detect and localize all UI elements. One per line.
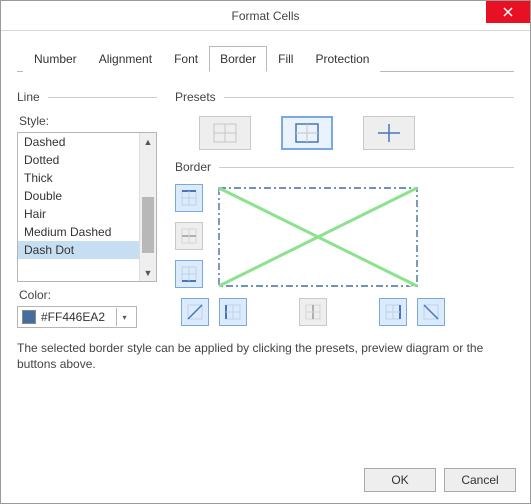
border-bottom-button[interactable] — [175, 260, 203, 288]
border-section-text: Border — [175, 160, 211, 174]
tab-alignment[interactable]: Alignment — [88, 46, 163, 72]
divider-icon — [219, 167, 514, 168]
diag-down-icon — [422, 303, 440, 321]
window-title: Format Cells — [231, 9, 299, 23]
border-diag-up-button[interactable] — [181, 298, 209, 326]
scrollbar[interactable]: ▲ ▼ — [139, 133, 156, 281]
list-item[interactable]: Medium Dashed — [18, 223, 139, 241]
outline-icon — [293, 122, 321, 144]
border-preview[interactable] — [217, 186, 419, 288]
tab-number[interactable]: Number — [23, 46, 88, 72]
border-hmiddle-button[interactable] — [175, 222, 203, 250]
dialog-window: Format Cells Number Alignment Font Borde… — [0, 0, 531, 504]
color-picker[interactable]: #FF446EA2 ▾ — [17, 306, 137, 328]
color-value: #FF446EA2 — [41, 310, 111, 324]
list-item[interactable]: Dotted — [18, 151, 139, 169]
style-listbox[interactable]: Dashed Dotted Thick Double Hair Medium D… — [17, 132, 157, 282]
tab-protection[interactable]: Protection — [304, 46, 380, 72]
border-vmiddle-icon — [304, 303, 322, 321]
border-bottom-icon — [180, 265, 198, 283]
preview-diagram-icon — [217, 186, 419, 288]
dialog-footer: OK Cancel — [364, 468, 516, 492]
border-vmiddle-button[interactable] — [299, 298, 327, 326]
dialog-content: Number Alignment Font Border Fill Protec… — [1, 31, 530, 504]
color-label: Color: — [19, 288, 157, 302]
sections: Line Style: Dashed Dotted Thick Double H… — [17, 90, 514, 328]
border-right-icon — [384, 303, 402, 321]
border-top-button[interactable] — [175, 184, 203, 212]
cancel-button[interactable]: Cancel — [444, 468, 516, 492]
line-section-label: Line — [17, 90, 157, 104]
color-swatch-icon — [22, 310, 36, 324]
list-item[interactable]: Thick — [18, 169, 139, 187]
scroll-up-icon[interactable]: ▲ — [140, 133, 156, 150]
border-hmiddle-icon — [180, 227, 198, 245]
border-left-button[interactable] — [219, 298, 247, 326]
presets-row — [175, 114, 514, 160]
line-section-text: Line — [17, 90, 40, 104]
divider-icon — [48, 97, 157, 98]
border-section-label: Border — [175, 160, 514, 174]
scroll-thumb[interactable] — [142, 197, 154, 253]
hint-text: The selected border style can be applied… — [17, 340, 514, 372]
divider-icon — [224, 97, 514, 98]
presets-section-text: Presets — [175, 90, 216, 104]
presets-section-label: Presets — [175, 90, 514, 104]
preset-outline-button[interactable] — [281, 116, 333, 150]
titlebar: Format Cells — [1, 1, 530, 31]
list-item[interactable]: Dashed — [18, 133, 139, 151]
list-item[interactable]: Double — [18, 187, 139, 205]
tab-font[interactable]: Font — [163, 46, 209, 72]
style-items: Dashed Dotted Thick Double Hair Medium D… — [18, 133, 139, 281]
preset-inside-button[interactable] — [363, 116, 415, 150]
color-row: Color: #FF446EA2 ▾ — [17, 288, 157, 328]
close-button[interactable] — [486, 1, 530, 23]
right-column: Presets — [175, 90, 514, 328]
left-border-buttons — [175, 184, 203, 288]
tab-strip: Number Alignment Font Border Fill Protec… — [17, 45, 514, 72]
scroll-down-icon[interactable]: ▼ — [140, 264, 156, 281]
chevron-down-icon[interactable]: ▾ — [116, 308, 132, 326]
border-area — [175, 184, 514, 288]
tab-border[interactable]: Border — [209, 46, 267, 72]
list-item[interactable]: Hair — [18, 205, 139, 223]
border-left-icon — [224, 303, 242, 321]
bottom-border-buttons — [181, 298, 514, 326]
list-item[interactable]: Dash Dot — [18, 241, 139, 259]
line-section: Line Style: Dashed Dotted Thick Double H… — [17, 90, 157, 328]
border-top-icon — [180, 189, 198, 207]
inside-icon — [375, 122, 403, 144]
border-right-button[interactable] — [379, 298, 407, 326]
grid-faint-icon — [211, 122, 239, 144]
border-diag-down-button[interactable] — [417, 298, 445, 326]
ok-button[interactable]: OK — [364, 468, 436, 492]
style-label: Style: — [19, 114, 157, 128]
diag-up-icon — [186, 303, 204, 321]
tab-fill[interactable]: Fill — [267, 46, 304, 72]
close-icon — [503, 7, 513, 17]
preset-none-button[interactable] — [199, 116, 251, 150]
